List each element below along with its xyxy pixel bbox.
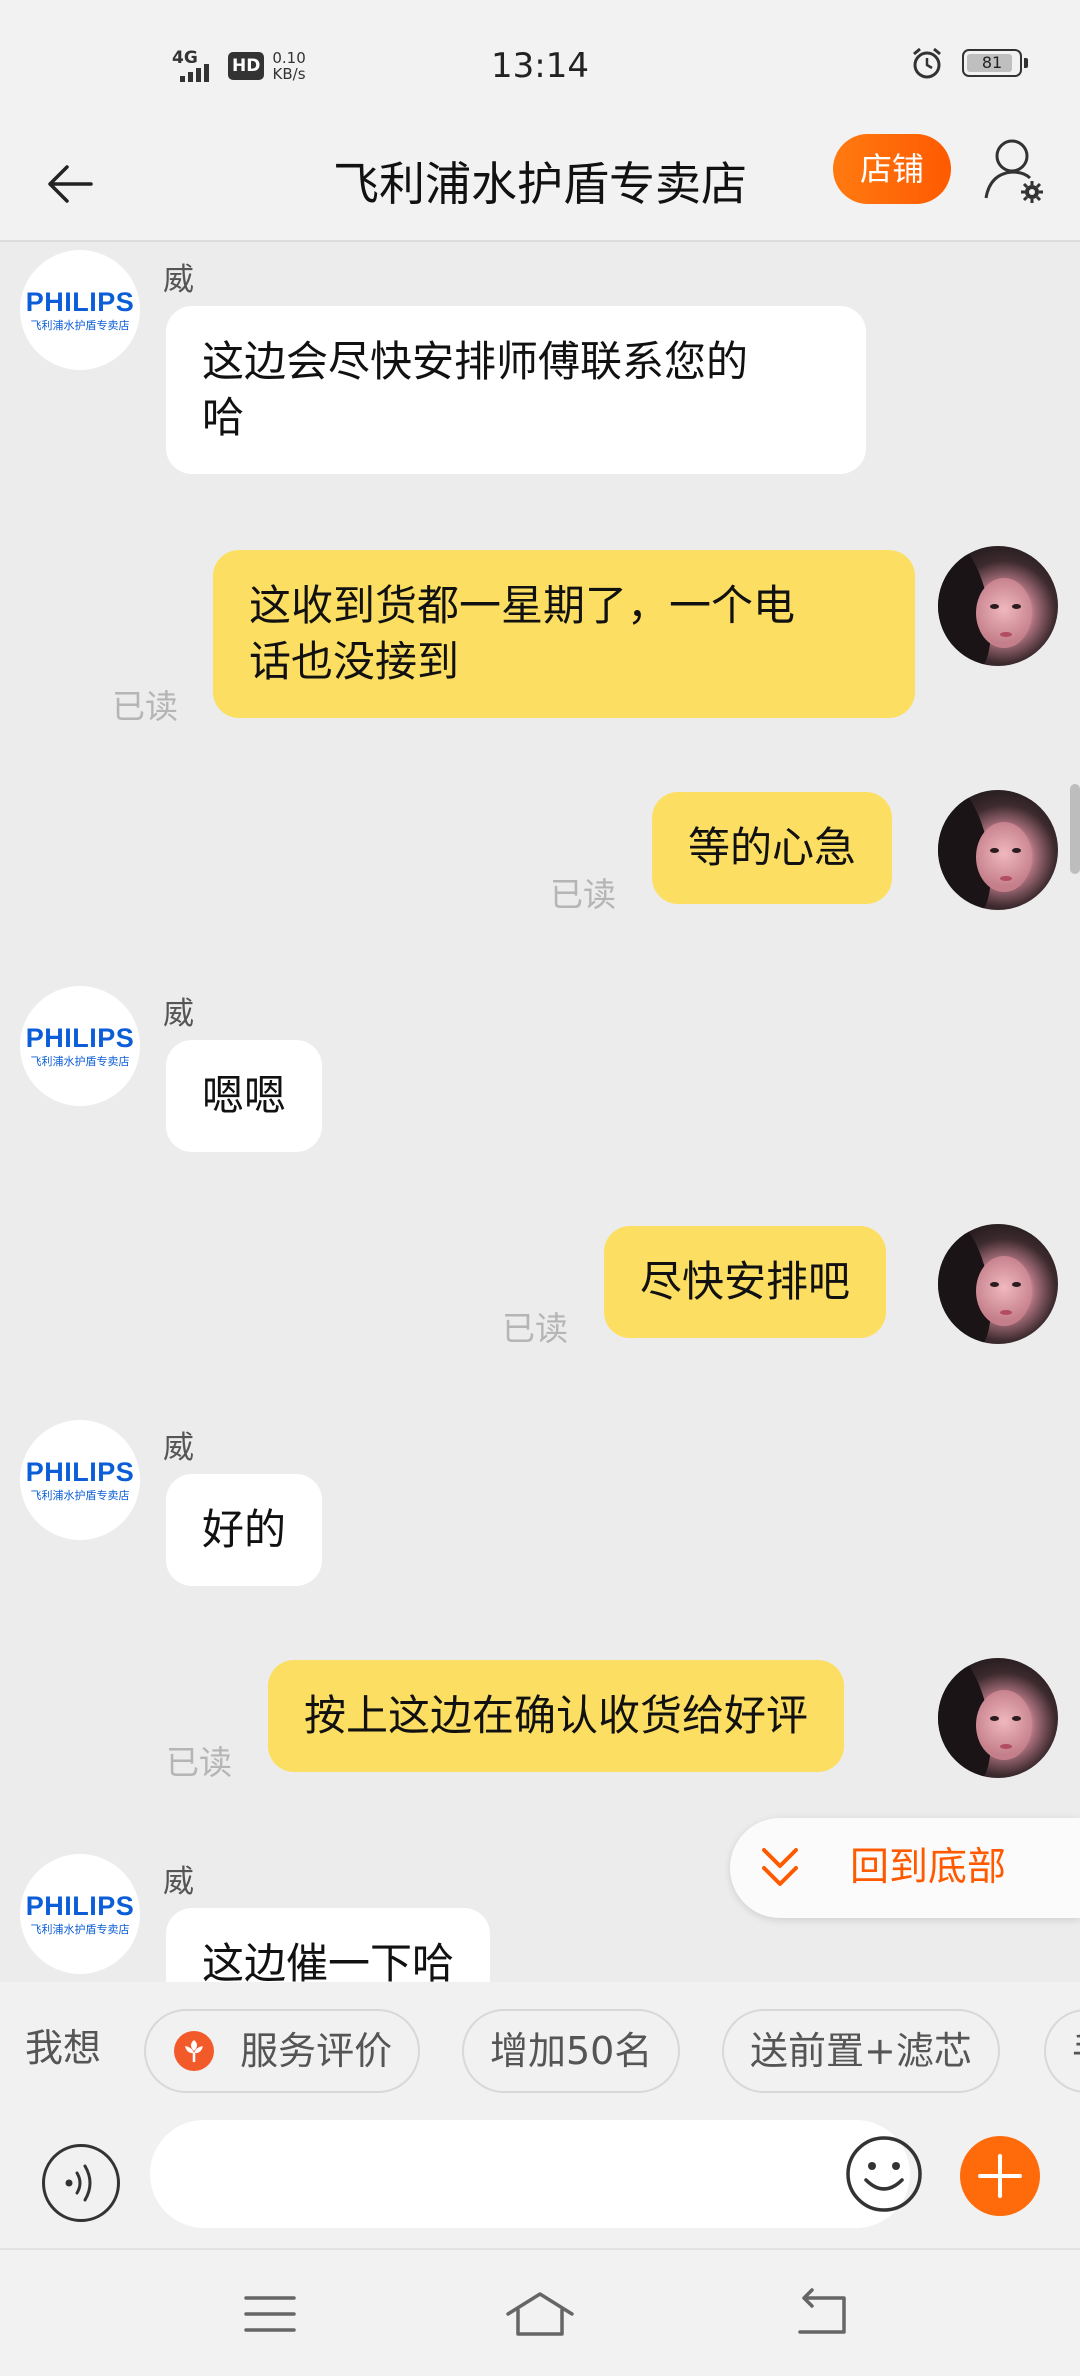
- back-return-icon: [798, 2288, 846, 2334]
- suggestions-prefix: 我想: [25, 2026, 102, 2070]
- brand-logo-text: PHILIPS: [25, 1891, 135, 1921]
- back-button[interactable]: [36, 150, 104, 218]
- menu-button[interactable]: [238, 2284, 302, 2344]
- alarm-icon: [913, 47, 941, 79]
- chat-header: 飞利浦水护盾专卖店 店铺: [0, 128, 1080, 242]
- plus-icon: [978, 2154, 1022, 2198]
- scroll-to-bottom-button[interactable]: 回到底部: [730, 1818, 1080, 1918]
- voice-icon: [65, 2164, 92, 2202]
- message-text: 哈: [202, 393, 245, 442]
- smiley-icon: [846, 2136, 922, 2212]
- shop-button[interactable]: 店铺: [833, 134, 951, 204]
- read-status: 已读: [166, 1743, 232, 1782]
- more-actions-button[interactable]: [960, 2136, 1040, 2216]
- message-bubble-out[interactable]: 尽快安排吧: [604, 1226, 887, 1338]
- message-text: 嗯嗯: [202, 1071, 287, 1120]
- message-text: 这边会尽快安排师傅联系您的: [202, 337, 749, 386]
- brand-sub-text: 飞利浦水护盾专卖店: [30, 1489, 130, 1502]
- message-text: 按上这边在确认收货给好评: [304, 1691, 809, 1740]
- input-bar: [0, 2114, 1080, 2248]
- brand-sub-text: 飞利浦水护盾专卖店: [30, 1923, 130, 1936]
- suggestion-chip[interactable]: 增加50名: [462, 2009, 681, 2093]
- scroll-to-bottom-label: 回到底部: [850, 1845, 1007, 1890]
- menu-icon: [244, 2296, 296, 2332]
- user-settings-button[interactable]: [982, 134, 1050, 210]
- message-text: 好的: [202, 1505, 287, 1554]
- brand-logo-text: PHILIPS: [25, 1023, 135, 1053]
- message-input[interactable]: [150, 2120, 910, 2228]
- read-status: 已读: [550, 875, 616, 914]
- shop-avatar[interactable]: PHILIPS 飞利浦水护盾专卖店: [20, 1854, 140, 1974]
- emoji-button[interactable]: [844, 2134, 924, 2214]
- home-icon: [506, 2292, 574, 2336]
- suggestion-chip[interactable]: 送前置+滤芯: [722, 2009, 1000, 2093]
- brand-sub-text: 飞利浦水护盾专卖店: [30, 1055, 130, 1068]
- shop-avatar[interactable]: PHILIPS 飞利浦水护盾专卖店: [20, 250, 140, 370]
- user-avatar[interactable]: [938, 1224, 1058, 1344]
- status-bar: 4G HD 0.10 KB/s 13:14 81: [0, 0, 1080, 128]
- sender-name: 威: [163, 996, 194, 1032]
- message-text: 话也没接到: [249, 637, 460, 686]
- sender-name: 威: [163, 262, 194, 298]
- brand-logo-text: PHILIPS: [25, 1457, 135, 1487]
- user-avatar[interactable]: [938, 546, 1058, 666]
- home-button[interactable]: [504, 2284, 576, 2344]
- message-bubble-out[interactable]: 等的心急: [652, 792, 893, 904]
- user-avatar[interactable]: [938, 790, 1058, 910]
- shop-avatar[interactable]: PHILIPS 飞利浦水护盾专卖店: [20, 986, 140, 1106]
- suggestion-chip[interactable]: 服务评价: [144, 2009, 421, 2093]
- back-arrow-icon: [48, 165, 93, 203]
- message-text: 尽快安排吧: [640, 1257, 851, 1306]
- message-text: 这收到货都一星期了，一个电: [249, 581, 796, 630]
- quick-suggestions: 我想 服务评价 增加50名 送前置+滤芯 手: [0, 1982, 1080, 2114]
- voice-input-button[interactable]: [42, 2144, 120, 2222]
- user-settings-icon: [984, 139, 1043, 203]
- status-right: 81: [910, 46, 1028, 80]
- chip-label: 增加50名: [490, 2029, 653, 2073]
- brand-sub-text: 飞利浦水护盾专卖店: [30, 319, 130, 332]
- battery-level: 81: [981, 53, 1003, 72]
- sender-name: 威: [163, 1430, 194, 1466]
- chip-label: 服务评价: [240, 2029, 393, 2073]
- message-bubble-in[interactable]: 这边催一下哈: [166, 1908, 491, 1982]
- scrollbar[interactable]: [1070, 784, 1080, 874]
- read-status: 已读: [112, 687, 178, 726]
- flower-icon: [174, 2030, 214, 2071]
- message-bubble-in[interactable]: 好的: [166, 1474, 323, 1586]
- message-bubble-out[interactable]: 这收到货都一星期了，一个电 话也没接到: [213, 550, 915, 718]
- shop-avatar[interactable]: PHILIPS 飞利浦水护盾专卖店: [20, 1420, 140, 1540]
- message-bubble-in[interactable]: 这边会尽快安排师傅联系您的 哈: [166, 306, 866, 474]
- double-chevron-down-icon: [762, 1848, 798, 1886]
- back-system-button[interactable]: [790, 2284, 854, 2344]
- message-text: 等的心急: [688, 823, 857, 872]
- message-text: 这边催一下哈: [202, 1939, 455, 1982]
- chip-label: 送前置+滤芯: [750, 2029, 972, 2073]
- battery-icon: 81: [962, 49, 1028, 77]
- system-navigation-bar: [0, 2248, 1080, 2376]
- suggestion-chip[interactable]: 手: [1044, 2009, 1080, 2093]
- brand-logo-text: PHILIPS: [25, 287, 135, 317]
- message-bubble-out[interactable]: 按上这边在确认收货给好评: [268, 1660, 845, 1772]
- message-list[interactable]: PHILIPS 飞利浦水护盾专卖店 威 这边会尽快安排师傅联系您的 哈 这收到货…: [0, 244, 1080, 1982]
- user-avatar[interactable]: [938, 1658, 1058, 1778]
- chip-label: 手: [1072, 2029, 1080, 2073]
- read-status: 已读: [502, 1309, 568, 1348]
- message-bubble-in[interactable]: 嗯嗯: [166, 1040, 323, 1152]
- sender-name: 威: [163, 1864, 194, 1900]
